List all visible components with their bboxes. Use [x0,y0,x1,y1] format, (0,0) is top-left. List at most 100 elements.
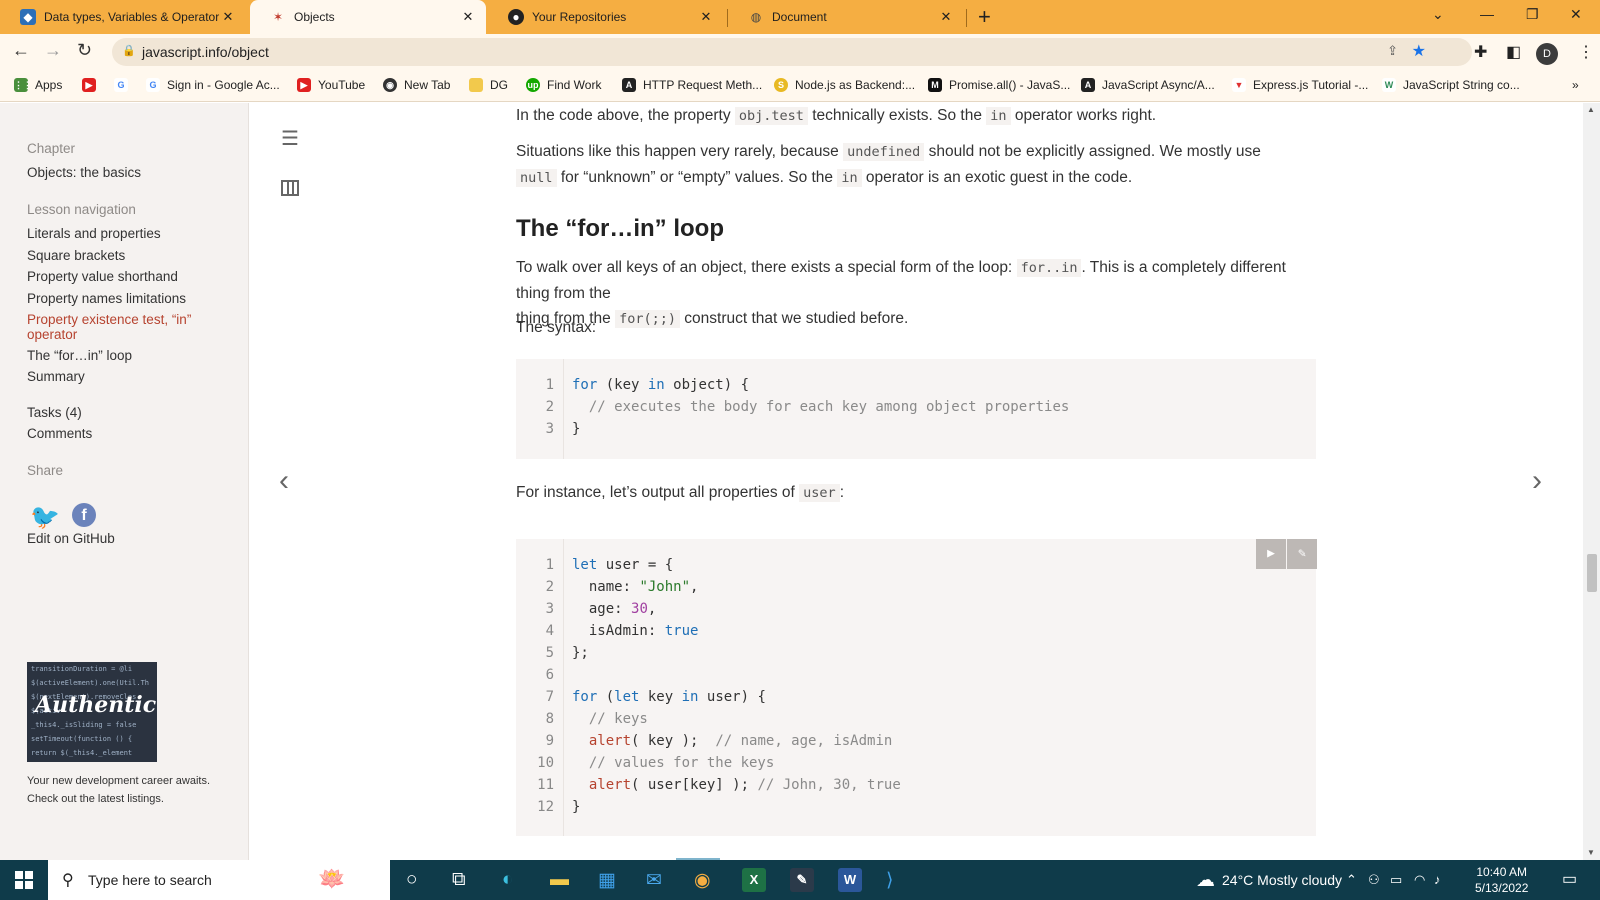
tab-document[interactable]: ◍ Document ✕ [728,0,964,34]
scroll-thumb[interactable] [1587,554,1597,592]
bookmark-apps[interactable]: ⋮⋮ Apps [14,78,62,92]
lesson-navigation-label: Lesson navigation [27,202,136,217]
back-icon[interactable]: ← [12,40,30,61]
window-close-icon[interactable]: ✕ [1570,6,1582,23]
ad-image[interactable]: transitionDuration = @li $(activeElement… [27,662,157,762]
bookmark-http-methods[interactable]: A HTTP Request Meth... [622,78,762,92]
tab-data-types[interactable]: ◆ Data types, Variables & Operator ✕ [0,0,246,34]
taskbar-search-box[interactable]: ⚲ Type here to search 🪷 [48,860,390,900]
microsoft-store-icon[interactable]: ▦ [598,869,616,892]
close-icon[interactable]: ✕ [698,9,714,25]
code-line: 11 alert( user[key] ); // John, 30, true [516,774,901,796]
scroll-down-icon[interactable]: ▼ [1587,848,1595,857]
code-text: }; [572,645,589,661]
share-icon[interactable]: ⇪ [1387,43,1398,59]
edit-code-button[interactable]: ✎ [1287,539,1317,569]
coin-icon: S [774,78,788,92]
volume-icon[interactable]: ♪ [1434,872,1441,887]
lesson-link-name-limitations[interactable]: Property names limitations [27,291,227,306]
minimize-icon[interactable]: — [1480,6,1494,22]
bookmark-express[interactable]: ▼ Express.js Tutorial -... [1232,78,1368,92]
pen-app-icon[interactable]: ✎ [790,868,814,892]
lesson-link-for-in-loop[interactable]: The “for…in” loop [27,348,227,363]
word-icon[interactable]: W [838,868,862,892]
profile-avatar[interactable]: D [1536,43,1558,65]
bookmark-google-signin[interactable]: G Sign in - Google Ac... [146,78,280,92]
meet-now-icon[interactable]: ⚇ [1368,872,1380,888]
chrome-icon[interactable]: ◉ [694,869,711,892]
text: In the code above, the property [516,107,735,124]
code-text: } [572,799,581,815]
bookmark-new-tab[interactable]: ◉ New Tab [383,78,450,92]
bookmark-nodejs[interactable]: S Node.js as Backend:... [774,78,915,92]
task-view-icon[interactable]: ⧉ [452,869,466,891]
bookmark-promise-all[interactable]: M Promise.all() - JavaS... [928,78,1070,92]
menu-kebab-icon[interactable]: ⋮ [1578,42,1594,62]
excel-icon[interactable]: X [742,868,766,892]
bookmark-js-async[interactable]: A JavaScript Async/A... [1081,78,1215,92]
facebook-icon[interactable]: f [72,503,96,527]
bookmark-find-work[interactable]: up Find Work [526,78,601,92]
globe-icon: ◍ [750,10,762,24]
tab-repositories[interactable]: ● Your Repositories ✕ [488,0,724,34]
lesson-link-existence-test[interactable]: Property existence test, “in” operator [27,312,217,342]
new-tab-button[interactable]: + [978,4,991,30]
ad-text-link[interactable]: Your new development career awaits. Chec… [27,772,227,808]
notifications-icon[interactable]: ▭ [1562,869,1577,889]
bookmark-youtube-short[interactable]: ▶ [82,78,103,92]
windows-start-icon[interactable] [15,871,33,889]
run-code-button[interactable]: ▶ [1256,539,1286,569]
chapter-title-link[interactable]: Objects: the basics [27,165,227,180]
lesson-link-literals[interactable]: Literals and properties [27,226,227,241]
next-lesson-arrow-icon[interactable]: › [1532,464,1542,498]
cortana-icon[interactable]: ○ [406,869,417,891]
tasks-link[interactable]: Tasks (4) [27,405,227,420]
page-scrollbar[interactable]: ▲ ▼ [1583,103,1600,860]
taskbar-clock[interactable]: 10:40 AM 5/13/2022 [1475,864,1528,896]
side-panel-icon[interactable]: ◧ [1506,42,1521,62]
tab-search-icon[interactable]: ⌄ [1432,6,1444,23]
edit-on-github-link[interactable]: Edit on GitHub [27,531,227,546]
forward-icon[interactable]: → [44,40,62,61]
battery-icon[interactable]: ▭ [1390,872,1402,888]
vscode-icon[interactable]: ⟩ [886,869,893,892]
map-icon[interactable] [281,180,299,196]
bookmark-js-string[interactable]: W JavaScript String co... [1382,78,1520,92]
previous-lesson-arrow-icon[interactable]: ‹ [279,464,289,498]
code-text: alert( key ); // name, age, isAdmin [588,733,893,749]
bookmark-dg-folder[interactable]: DG [469,78,508,92]
code-block-syntax: 1 for (key in object) { 2 // executes the… [516,359,1316,459]
inline-code: in [986,107,1011,125]
file-explorer-icon[interactable]: ▬ [550,869,569,891]
scroll-up-icon[interactable]: ▲ [1587,105,1595,114]
wifi-icon[interactable]: ◠ [1414,872,1425,888]
bookmarks-overflow-icon[interactable]: » [1572,78,1579,92]
code-block-example: ▶ ✎ 1 let user = { 2 name: "John", 3 age:… [516,539,1317,836]
ad-code-line: transitionDuration = @li [31,665,133,673]
bookmark-star-icon[interactable]: ★ [1412,41,1426,61]
lesson-link-value-shorthand[interactable]: Property value shorthand [27,269,227,284]
edge-icon[interactable]: ◐ [502,869,513,891]
lesson-link-square-brackets[interactable]: Square brackets [27,248,227,263]
tab-objects[interactable]: ✶ Objects ✕ [250,0,486,34]
weather-icon[interactable]: ☁ [1196,869,1215,892]
close-icon[interactable]: ✕ [460,9,476,25]
code-text: // executes the body for each key among … [588,399,1070,415]
close-icon[interactable]: ✕ [220,9,236,25]
close-icon[interactable]: ✕ [938,9,954,25]
tab-title: Document [772,10,827,24]
tray-overflow-icon[interactable]: ⌃ [1346,872,1357,888]
mail-icon[interactable]: ✉ [646,869,662,892]
reload-icon[interactable]: ↻ [77,40,92,61]
weather-text[interactable]: 24°C Mostly cloudy [1222,872,1342,888]
address-bar[interactable]: 🔒 javascript.info/object ⇪ ★ [112,38,1472,66]
bookmark-google-short[interactable]: G [114,78,135,92]
bookmark-youtube[interactable]: ▶ YouTube [297,78,365,92]
twitter-icon[interactable]: 🐦 [30,503,60,532]
hamburger-menu-icon[interactable]: ☰ [281,126,299,151]
code-line: 6 [545,667,554,683]
restore-icon[interactable]: ❐ [1526,6,1539,23]
comments-link[interactable]: Comments [27,426,227,441]
lesson-link-summary[interactable]: Summary [27,369,227,384]
extensions-icon[interactable]: ✚ [1474,42,1487,62]
